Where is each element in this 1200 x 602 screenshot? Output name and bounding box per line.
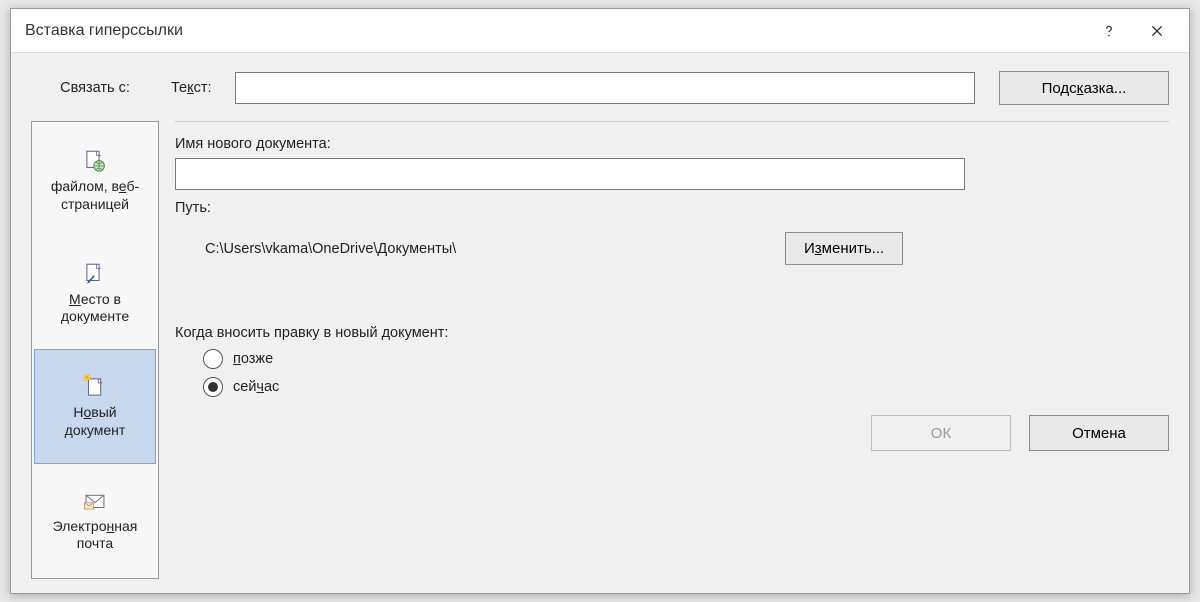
dialog-title: Вставка гиперссылки <box>25 22 1085 40</box>
sidebar-item-new-document[interactable]: Новыйдокумент <box>34 349 156 464</box>
sidebar-item-email[interactable]: Электроннаяпочта <box>34 464 156 577</box>
email-icon <box>81 487 109 515</box>
path-label: Путь: <box>175 200 1169 216</box>
help-button[interactable] <box>1085 9 1133 53</box>
change-path-button[interactable]: Изменить... <box>785 232 903 265</box>
radio-now[interactable] <box>203 377 223 397</box>
ok-button[interactable]: ОК <box>871 415 1011 451</box>
sidebar-item-label: файлом, веб-страницей <box>51 178 139 213</box>
new-document-icon <box>81 373 109 401</box>
new-doc-name-label: Имя нового документа: <box>175 136 1169 152</box>
close-icon <box>1150 24 1164 38</box>
sidebar-item-label: Электроннаяпочта <box>53 518 138 553</box>
dialog-footer: ОК Отмена <box>175 405 1169 451</box>
path-value: C:\Users\vkama\OneDrive\Документы\ <box>175 241 765 257</box>
sidebar-item-label: Место вдокументе <box>61 291 129 326</box>
cancel-button[interactable]: Отмена <box>1029 415 1169 451</box>
sidebar-item-label: Новыйдокумент <box>65 404 126 439</box>
file-web-icon <box>81 147 109 175</box>
titlebar: Вставка гиперссылки <box>11 9 1189 53</box>
insert-hyperlink-dialog: Вставка гиперссылки Связать с: Текст: По… <box>10 8 1190 594</box>
link-with-label: Связать с: <box>31 80 159 96</box>
close-button[interactable] <box>1133 9 1181 53</box>
sidebar-item-place-in-doc[interactable]: Место вдокументе <box>34 237 156 350</box>
when-edit-label: Когда вносить правку в новый документ: <box>175 325 1169 341</box>
help-icon <box>1102 24 1116 38</box>
radio-now-row[interactable]: сейчас <box>203 377 1169 397</box>
radio-now-label: сейчас <box>233 379 279 395</box>
radio-later[interactable] <box>203 349 223 369</box>
link-type-sidebar: файлом, веб-страницей Место вдокументе Н… <box>31 121 159 579</box>
sidebar-item-file-web[interactable]: файлом, веб-страницей <box>34 124 156 237</box>
screentip-button[interactable]: Подсказка... <box>999 71 1169 105</box>
new-doc-name-input[interactable] <box>175 158 965 190</box>
display-text-input[interactable] <box>235 72 975 104</box>
radio-later-label: позже <box>233 351 273 367</box>
place-in-doc-icon <box>81 260 109 288</box>
new-document-panel: Имя нового документа: Путь: C:\Users\vka… <box>175 121 1169 579</box>
when-edit-group: Когда вносить правку в новый документ: п… <box>175 325 1169 405</box>
text-label: Текст: <box>171 80 223 96</box>
text-row: Связать с: Текст: Подсказка... <box>31 71 1169 105</box>
radio-later-row[interactable]: позже <box>203 349 1169 369</box>
